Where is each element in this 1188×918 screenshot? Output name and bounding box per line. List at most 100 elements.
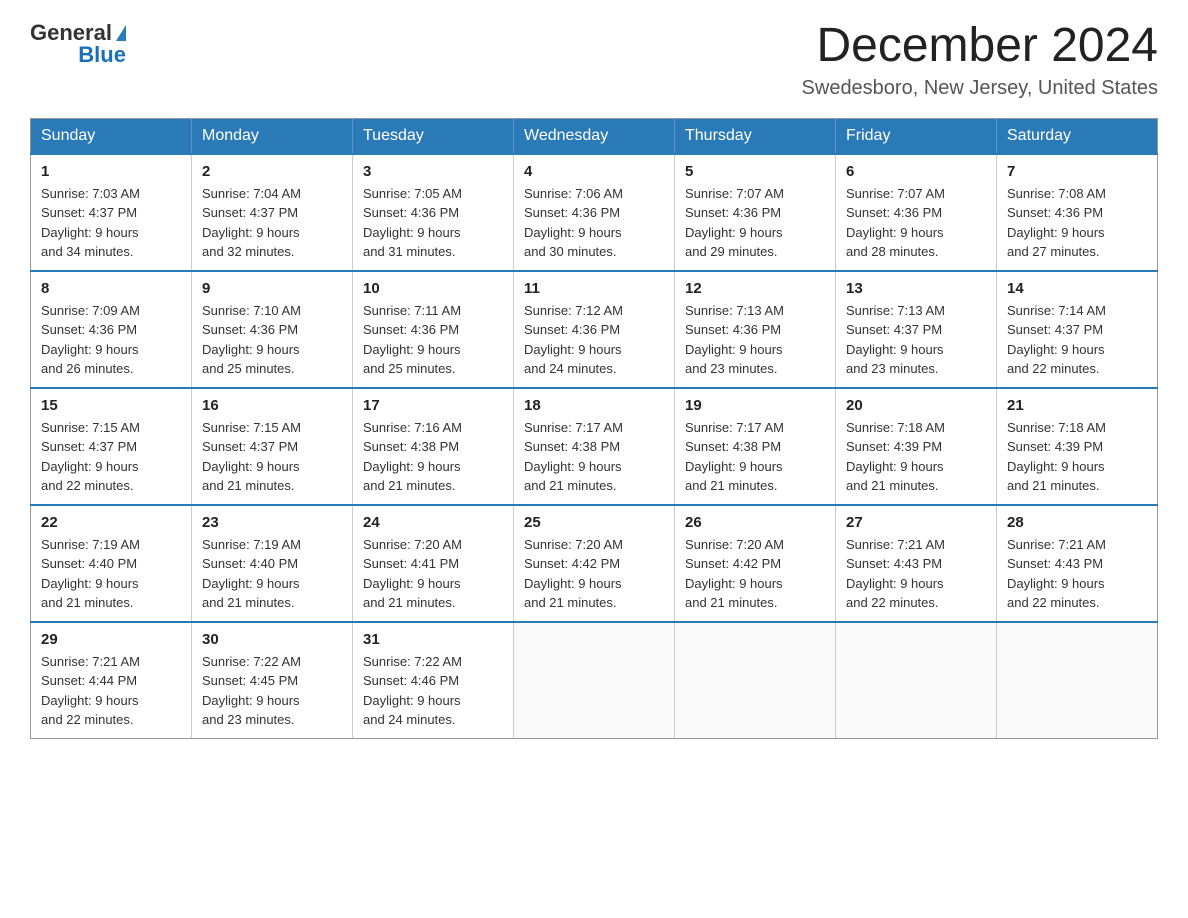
header: General Blue December 2024 Swedesboro, N… [30,20,1158,100]
day-number: 31 [363,631,503,648]
day-info: Sunrise: 7:21 AM Sunset: 4:43 PM Dayligh… [846,535,986,613]
calendar-cell: 13 Sunrise: 7:13 AM Sunset: 4:37 PM Dayl… [836,271,997,388]
day-number: 2 [202,163,342,180]
day-number: 17 [363,397,503,414]
day-info: Sunrise: 7:07 AM Sunset: 4:36 PM Dayligh… [846,184,986,262]
day-info: Sunrise: 7:18 AM Sunset: 4:39 PM Dayligh… [846,418,986,496]
header-sunday: Sunday [31,118,192,154]
calendar-cell: 24 Sunrise: 7:20 AM Sunset: 4:41 PM Dayl… [353,505,514,622]
day-number: 22 [41,514,181,531]
day-info: Sunrise: 7:06 AM Sunset: 4:36 PM Dayligh… [524,184,664,262]
calendar-table: SundayMondayTuesdayWednesdayThursdayFrid… [30,118,1158,739]
logo: General Blue [30,20,126,68]
day-info: Sunrise: 7:15 AM Sunset: 4:37 PM Dayligh… [202,418,342,496]
calendar-cell [675,622,836,739]
week-row-4: 22 Sunrise: 7:19 AM Sunset: 4:40 PM Dayl… [31,505,1158,622]
calendar-cell [514,622,675,739]
day-number: 5 [685,163,825,180]
day-info: Sunrise: 7:15 AM Sunset: 4:37 PM Dayligh… [41,418,181,496]
day-info: Sunrise: 7:17 AM Sunset: 4:38 PM Dayligh… [685,418,825,496]
calendar-cell: 29 Sunrise: 7:21 AM Sunset: 4:44 PM Dayl… [31,622,192,739]
day-info: Sunrise: 7:11 AM Sunset: 4:36 PM Dayligh… [363,301,503,379]
header-saturday: Saturday [997,118,1158,154]
day-number: 11 [524,280,664,297]
day-number: 30 [202,631,342,648]
calendar-cell: 22 Sunrise: 7:19 AM Sunset: 4:40 PM Dayl… [31,505,192,622]
calendar-cell: 30 Sunrise: 7:22 AM Sunset: 4:45 PM Dayl… [192,622,353,739]
day-info: Sunrise: 7:22 AM Sunset: 4:46 PM Dayligh… [363,652,503,730]
day-number: 16 [202,397,342,414]
day-number: 20 [846,397,986,414]
day-number: 7 [1007,163,1147,180]
week-row-3: 15 Sunrise: 7:15 AM Sunset: 4:37 PM Dayl… [31,388,1158,505]
calendar-cell: 7 Sunrise: 7:08 AM Sunset: 4:36 PM Dayli… [997,154,1158,271]
day-number: 21 [1007,397,1147,414]
calendar-cell: 28 Sunrise: 7:21 AM Sunset: 4:43 PM Dayl… [997,505,1158,622]
day-info: Sunrise: 7:21 AM Sunset: 4:43 PM Dayligh… [1007,535,1147,613]
day-info: Sunrise: 7:19 AM Sunset: 4:40 PM Dayligh… [202,535,342,613]
day-number: 28 [1007,514,1147,531]
calendar-cell: 16 Sunrise: 7:15 AM Sunset: 4:37 PM Dayl… [192,388,353,505]
day-info: Sunrise: 7:13 AM Sunset: 4:36 PM Dayligh… [685,301,825,379]
header-friday: Friday [836,118,997,154]
calendar-cell: 18 Sunrise: 7:17 AM Sunset: 4:38 PM Dayl… [514,388,675,505]
calendar-cell: 21 Sunrise: 7:18 AM Sunset: 4:39 PM Dayl… [997,388,1158,505]
day-info: Sunrise: 7:07 AM Sunset: 4:36 PM Dayligh… [685,184,825,262]
day-info: Sunrise: 7:04 AM Sunset: 4:37 PM Dayligh… [202,184,342,262]
day-number: 13 [846,280,986,297]
day-info: Sunrise: 7:08 AM Sunset: 4:36 PM Dayligh… [1007,184,1147,262]
calendar-cell [997,622,1158,739]
day-info: Sunrise: 7:17 AM Sunset: 4:38 PM Dayligh… [524,418,664,496]
day-info: Sunrise: 7:12 AM Sunset: 4:36 PM Dayligh… [524,301,664,379]
day-info: Sunrise: 7:20 AM Sunset: 4:42 PM Dayligh… [685,535,825,613]
calendar-cell: 5 Sunrise: 7:07 AM Sunset: 4:36 PM Dayli… [675,154,836,271]
day-info: Sunrise: 7:10 AM Sunset: 4:36 PM Dayligh… [202,301,342,379]
calendar-cell: 20 Sunrise: 7:18 AM Sunset: 4:39 PM Dayl… [836,388,997,505]
day-number: 3 [363,163,503,180]
calendar-cell: 27 Sunrise: 7:21 AM Sunset: 4:43 PM Dayl… [836,505,997,622]
calendar-cell: 1 Sunrise: 7:03 AM Sunset: 4:37 PM Dayli… [31,154,192,271]
day-number: 14 [1007,280,1147,297]
day-info: Sunrise: 7:05 AM Sunset: 4:36 PM Dayligh… [363,184,503,262]
calendar-cell: 4 Sunrise: 7:06 AM Sunset: 4:36 PM Dayli… [514,154,675,271]
weekday-header-row: SundayMondayTuesdayWednesdayThursdayFrid… [31,118,1158,154]
day-info: Sunrise: 7:21 AM Sunset: 4:44 PM Dayligh… [41,652,181,730]
calendar-cell: 11 Sunrise: 7:12 AM Sunset: 4:36 PM Dayl… [514,271,675,388]
calendar-cell: 12 Sunrise: 7:13 AM Sunset: 4:36 PM Dayl… [675,271,836,388]
day-number: 10 [363,280,503,297]
day-number: 24 [363,514,503,531]
day-number: 8 [41,280,181,297]
header-wednesday: Wednesday [514,118,675,154]
day-info: Sunrise: 7:18 AM Sunset: 4:39 PM Dayligh… [1007,418,1147,496]
day-number: 23 [202,514,342,531]
calendar-cell: 3 Sunrise: 7:05 AM Sunset: 4:36 PM Dayli… [353,154,514,271]
day-info: Sunrise: 7:20 AM Sunset: 4:41 PM Dayligh… [363,535,503,613]
week-row-1: 1 Sunrise: 7:03 AM Sunset: 4:37 PM Dayli… [31,154,1158,271]
day-number: 12 [685,280,825,297]
day-info: Sunrise: 7:13 AM Sunset: 4:37 PM Dayligh… [846,301,986,379]
location-title: Swedesboro, New Jersey, United States [802,77,1158,100]
calendar-cell: 25 Sunrise: 7:20 AM Sunset: 4:42 PM Dayl… [514,505,675,622]
calendar-cell: 31 Sunrise: 7:22 AM Sunset: 4:46 PM Dayl… [353,622,514,739]
day-info: Sunrise: 7:09 AM Sunset: 4:36 PM Dayligh… [41,301,181,379]
calendar-cell: 14 Sunrise: 7:14 AM Sunset: 4:37 PM Dayl… [997,271,1158,388]
day-number: 25 [524,514,664,531]
calendar-cell: 10 Sunrise: 7:11 AM Sunset: 4:36 PM Dayl… [353,271,514,388]
header-thursday: Thursday [675,118,836,154]
day-number: 15 [41,397,181,414]
calendar-cell: 2 Sunrise: 7:04 AM Sunset: 4:37 PM Dayli… [192,154,353,271]
calendar-cell: 8 Sunrise: 7:09 AM Sunset: 4:36 PM Dayli… [31,271,192,388]
calendar-cell: 23 Sunrise: 7:19 AM Sunset: 4:40 PM Dayl… [192,505,353,622]
calendar-cell: 15 Sunrise: 7:15 AM Sunset: 4:37 PM Dayl… [31,388,192,505]
day-number: 29 [41,631,181,648]
logo-blue: Blue [78,42,126,68]
calendar-cell [836,622,997,739]
week-row-5: 29 Sunrise: 7:21 AM Sunset: 4:44 PM Dayl… [31,622,1158,739]
day-number: 9 [202,280,342,297]
week-row-2: 8 Sunrise: 7:09 AM Sunset: 4:36 PM Dayli… [31,271,1158,388]
day-number: 27 [846,514,986,531]
day-info: Sunrise: 7:20 AM Sunset: 4:42 PM Dayligh… [524,535,664,613]
day-number: 26 [685,514,825,531]
day-info: Sunrise: 7:22 AM Sunset: 4:45 PM Dayligh… [202,652,342,730]
title-area: December 2024 Swedesboro, New Jersey, Un… [802,20,1158,100]
